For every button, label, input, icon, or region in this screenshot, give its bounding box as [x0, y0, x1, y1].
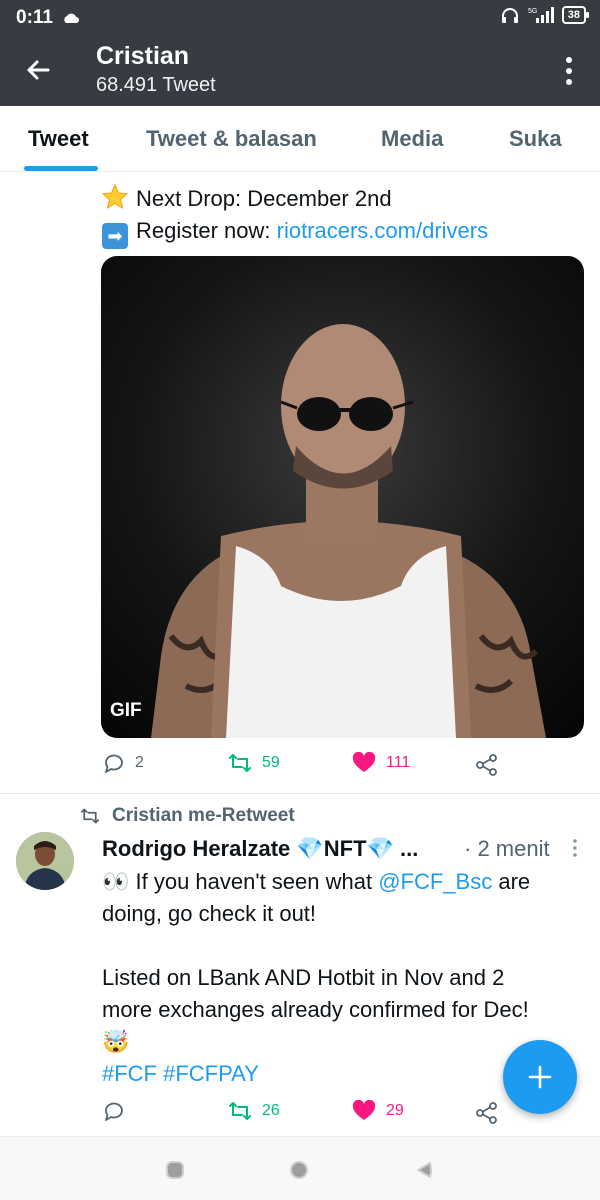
- mention-link[interactable]: @FCF_Bsc: [378, 869, 492, 894]
- plus-icon: [528, 1065, 552, 1089]
- tab-likes[interactable]: Suka: [509, 126, 562, 152]
- like-button[interactable]: 111: [352, 752, 410, 774]
- status-bar: 0:11 5G 38: [0, 0, 600, 36]
- headphones-icon: [501, 8, 518, 23]
- media-illustration: [151, 324, 546, 738]
- tweet-more-icon[interactable]: [572, 838, 578, 858]
- reply-icon: [105, 754, 123, 773]
- share-icon[interactable]: [476, 1102, 498, 1124]
- right-arrow-emoji-icon: ➡: [102, 223, 128, 249]
- tweet-text: more exchanges already confirmed for Dec…: [102, 997, 529, 1022]
- tab-media[interactable]: Media: [381, 126, 443, 152]
- back-nav-icon[interactable]: [412, 1159, 434, 1181]
- heart-icon: [352, 1100, 376, 1120]
- avatar-image: [16, 832, 74, 890]
- profile-tabs: Tweet Tweet & balasan Media Suka: [0, 106, 600, 172]
- tab-tweet[interactable]: Tweet: [28, 126, 89, 152]
- star-emoji-icon: [102, 184, 128, 210]
- signal-icon: 5G: [528, 7, 554, 23]
- tweet-text: Next Drop: December 2nd: [136, 186, 392, 211]
- avatar[interactable]: [16, 832, 74, 890]
- retweet-count: 26: [262, 1102, 280, 1119]
- retweet-context-label: Cristian me-Retweet: [112, 805, 295, 826]
- profile-name: Cristian: [96, 42, 190, 70]
- reply-button[interactable]: 2: [103, 752, 144, 774]
- gif-badge: GIF: [110, 700, 142, 721]
- status-icons: 5G 38: [500, 6, 590, 24]
- tweet-count: 68.491 Tweet: [96, 74, 216, 96]
- retweet-icon: [80, 808, 100, 824]
- tweet-link[interactable]: riotracers.com/drivers: [277, 218, 488, 243]
- profile-header: Cristian 68.491 Tweet: [0, 36, 600, 106]
- reply-count: 2: [135, 754, 144, 771]
- back-arrow-icon[interactable]: [22, 54, 54, 86]
- tweet-time: · 2 menit: [464, 836, 550, 861]
- reply-button[interactable]: [103, 1100, 125, 1122]
- tweet-text: 👀 If you haven't seen what: [102, 869, 379, 894]
- like-count: 111: [386, 754, 411, 771]
- tweet-text: are: [492, 869, 531, 894]
- tweet-gif-media[interactable]: [101, 256, 584, 738]
- retweet-icon: [229, 1102, 251, 1120]
- retweet-button[interactable]: 26: [228, 1100, 280, 1122]
- tweet-text: Register now:: [136, 218, 277, 243]
- recent-apps-icon[interactable]: [164, 1159, 186, 1181]
- tab-tweet-replies[interactable]: Tweet & balasan: [146, 126, 317, 152]
- tweet-text-line: ➡ Register now: riotracers.com/drivers: [102, 215, 488, 249]
- status-time: 0:11: [16, 7, 53, 28]
- reply-icon: [105, 1102, 123, 1121]
- heart-icon: [352, 752, 376, 772]
- battery-icon: 38: [561, 6, 590, 24]
- tweet-actions: 26 29: [0, 1100, 600, 1130]
- tweet-text: Listed on LBank AND Hotbit in Nov and 2: [102, 965, 505, 990]
- author-row: Rodrigo Heralzate 💎NFT💎 ... · 2 menit: [102, 836, 582, 862]
- tweet-text-line: Next Drop: December 2nd: [102, 183, 392, 215]
- retweet-context[interactable]: Cristian me-Retweet: [80, 805, 295, 827]
- compose-tweet-button[interactable]: [503, 1040, 577, 1114]
- cloud-icon: [62, 10, 80, 28]
- network-label: 5G: [528, 8, 537, 15]
- retweet-count: 59: [262, 754, 280, 771]
- like-count: 29: [386, 1102, 404, 1119]
- tweet-text-line: 👀 If you haven't seen what @FCF_Bsc are: [102, 866, 582, 898]
- like-button[interactable]: 29: [352, 1100, 404, 1122]
- tweet-divider: [0, 793, 600, 794]
- tweet-actions: 2 59 111: [0, 752, 600, 782]
- more-options-icon[interactable]: [562, 54, 576, 88]
- retweet-button[interactable]: 59: [228, 752, 280, 774]
- author-name[interactable]: Rodrigo Heralzate 💎NFT💎 ...: [102, 836, 418, 861]
- home-icon[interactable]: [288, 1159, 310, 1181]
- retweet-icon: [229, 754, 251, 772]
- active-tab-indicator: [24, 166, 98, 171]
- tweet-text: doing, go check it out!: [102, 901, 317, 926]
- share-icon[interactable]: [476, 754, 498, 776]
- system-nav-bar: [0, 1136, 600, 1200]
